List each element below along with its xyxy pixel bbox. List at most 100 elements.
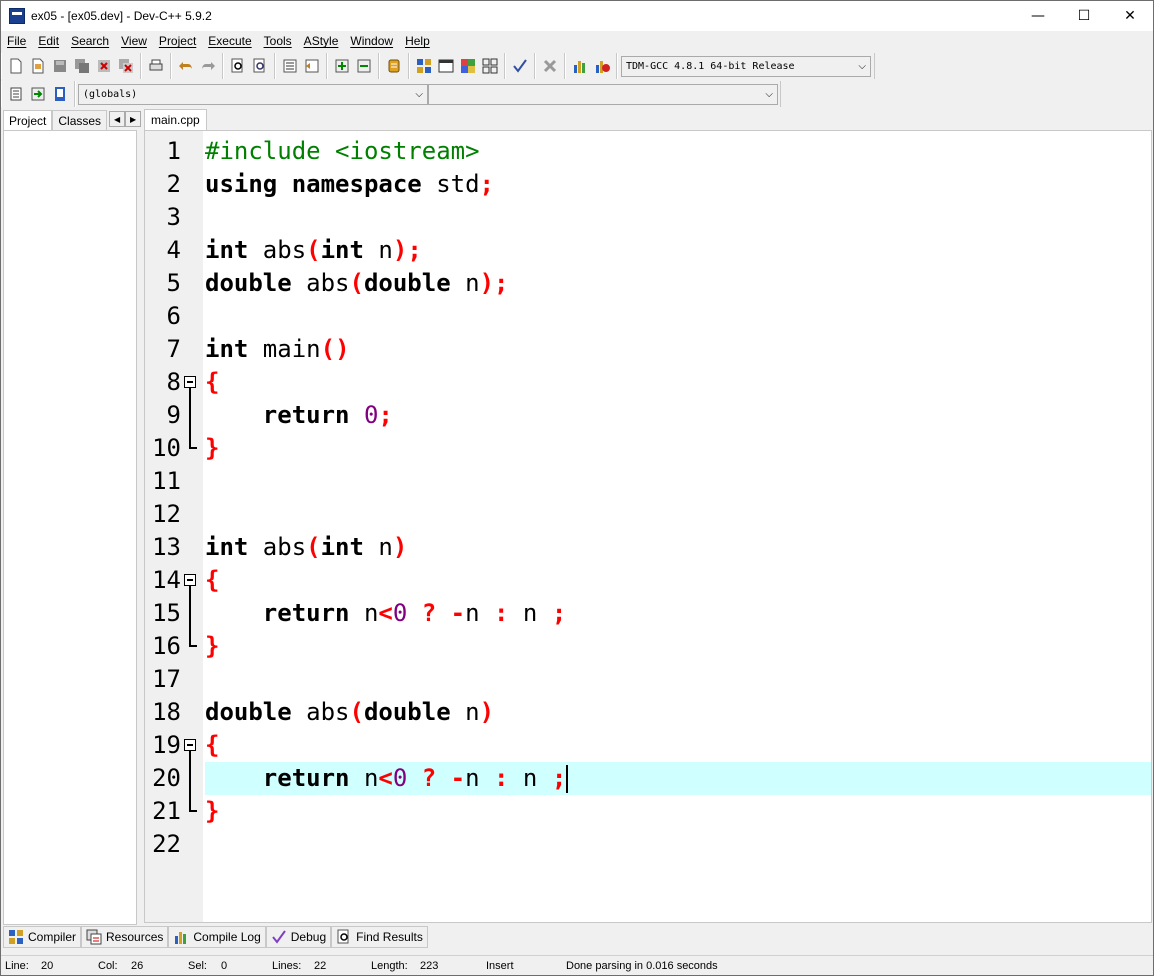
- find-icon[interactable]: [227, 55, 249, 77]
- tab-resources[interactable]: Resources: [81, 926, 169, 948]
- menu-project[interactable]: Project: [153, 34, 202, 48]
- remove-from-project-icon[interactable]: [353, 55, 375, 77]
- tab-debug[interactable]: Debug: [265, 926, 332, 948]
- tab-find-results-label: Find Results: [356, 930, 423, 944]
- code-line[interactable]: 16}: [145, 630, 1151, 663]
- code-line[interactable]: 3: [145, 201, 1151, 234]
- compiler-select[interactable]: TDM-GCC 4.8.1 64-bit Release ⌵: [621, 55, 871, 77]
- code-editor[interactable]: 1 #include <iostream> 2 using namespace std…: [144, 130, 1152, 923]
- code-line[interactable]: 2 using namespace std;: [145, 168, 1151, 201]
- close-button[interactable]: ✕: [1107, 1, 1153, 31]
- fold-guide: [189, 762, 191, 795]
- line-number: 4: [166, 236, 181, 264]
- fold-collapse-icon[interactable]: [184, 376, 196, 388]
- code-line[interactable]: 7 int main(): [145, 333, 1151, 366]
- menu-window[interactable]: Window: [344, 34, 399, 48]
- indent-icon[interactable]: [279, 55, 301, 77]
- code-line[interactable]: 13 int abs(int n): [145, 531, 1151, 564]
- scroll-left-icon[interactable]: ◀: [109, 111, 126, 127]
- status-col-label: Col:: [98, 960, 118, 972]
- tab-compile-log[interactable]: Compile Log: [168, 926, 266, 948]
- fold-collapse-icon[interactable]: [184, 739, 196, 751]
- code-line[interactable]: 20 return n<0 ? -n : n ;: [145, 762, 1151, 795]
- code-text: int main(): [205, 335, 350, 363]
- profile-chart-icon[interactable]: [569, 55, 591, 77]
- code-line[interactable]: 21}: [145, 795, 1151, 828]
- run-icon[interactable]: [435, 55, 457, 77]
- code-line[interactable]: 11: [145, 465, 1151, 498]
- minimize-button[interactable]: —: [1015, 1, 1061, 31]
- code-line[interactable]: 9 return 0;: [145, 399, 1151, 432]
- add-to-project-icon[interactable]: [331, 55, 353, 77]
- scroll-right-icon[interactable]: ▶: [125, 111, 142, 127]
- code-line[interactable]: 10}: [145, 432, 1151, 465]
- code-line[interactable]: 4 int abs(int n);: [145, 234, 1151, 267]
- code-line[interactable]: 18 double abs(double n): [145, 696, 1151, 729]
- scope-select[interactable]: (globals) ⌵: [78, 83, 428, 105]
- goto-declaration-icon[interactable]: [27, 83, 49, 105]
- save-icon[interactable]: [49, 55, 71, 77]
- line-number: 2: [166, 170, 181, 198]
- goto-definition-icon[interactable]: [49, 83, 71, 105]
- code-text: {: [205, 731, 220, 759]
- syntax-check-icon[interactable]: [509, 55, 531, 77]
- code-line[interactable]: 6: [145, 300, 1151, 333]
- menu-search[interactable]: Search: [65, 34, 115, 48]
- tab-compiler[interactable]: Compiler: [3, 926, 82, 948]
- code-line[interactable]: 17: [145, 663, 1151, 696]
- close-all-icon[interactable]: [115, 55, 137, 77]
- insert-code-icon[interactable]: [5, 83, 27, 105]
- tab-find-results[interactable]: Find Results: [331, 926, 428, 948]
- tab-classes[interactable]: Classes: [52, 110, 108, 130]
- status-lines-value: 22: [314, 960, 327, 972]
- code-line[interactable]: 5 double abs(double n);: [145, 267, 1151, 300]
- stop-execution-icon[interactable]: [539, 55, 561, 77]
- line-number: 6: [166, 302, 181, 330]
- undo-icon[interactable]: [175, 55, 197, 77]
- menu-execute[interactable]: Execute: [202, 34, 257, 48]
- compile-toolbar: [409, 53, 505, 79]
- file-tab-main-cpp[interactable]: main.cpp: [144, 109, 207, 130]
- search-toolbar: [223, 53, 275, 79]
- redo-icon[interactable]: [197, 55, 219, 77]
- tab-compile-log-label: Compile Log: [193, 930, 261, 944]
- line-number: 8: [166, 368, 181, 396]
- unindent-icon[interactable]: [301, 55, 323, 77]
- line-number: 22: [152, 830, 181, 858]
- status-line-label: Line:: [5, 960, 29, 972]
- code-line[interactable]: 8{: [145, 366, 1151, 399]
- save-all-icon[interactable]: [71, 55, 93, 77]
- print-icon[interactable]: [145, 55, 167, 77]
- menu-help[interactable]: Help: [399, 34, 436, 48]
- project-toolbar: [327, 53, 379, 79]
- delete-profile-icon[interactable]: [591, 55, 613, 77]
- tab-project[interactable]: Project: [3, 110, 53, 130]
- code-text: using namespace std;: [205, 170, 494, 198]
- code-line[interactable]: 19 {: [145, 729, 1151, 762]
- close-file-icon[interactable]: [93, 55, 115, 77]
- status-sel-value: 0: [221, 960, 228, 972]
- rebuild-all-icon[interactable]: [479, 55, 501, 77]
- compile-run-icon[interactable]: [457, 55, 479, 77]
- new-file-icon[interactable]: [5, 55, 27, 77]
- code-line[interactable]: 15 return n<0 ? -n : n ;: [145, 597, 1151, 630]
- open-file-icon[interactable]: [27, 55, 49, 77]
- menu-tools[interactable]: Tools: [258, 34, 298, 48]
- menu-edit[interactable]: Edit: [32, 34, 65, 48]
- member-select[interactable]: ⌵: [428, 83, 778, 105]
- code-line[interactable]: 12: [145, 498, 1151, 531]
- status-line-value: 20: [41, 960, 54, 972]
- fold-collapse-icon[interactable]: [184, 574, 196, 586]
- code-line[interactable]: 22: [145, 828, 1151, 861]
- menu-view[interactable]: View: [115, 34, 153, 48]
- code-line[interactable]: 14 {: [145, 564, 1151, 597]
- compile-icon[interactable]: [413, 55, 435, 77]
- code-line[interactable]: 1 #include <iostream>: [145, 135, 1151, 168]
- maximize-button[interactable]: ☐: [1061, 1, 1107, 31]
- menu-file[interactable]: File: [1, 34, 32, 48]
- scope-group: (globals) ⌵ ⌵: [75, 81, 781, 107]
- menu-astyle[interactable]: AStyle: [298, 34, 345, 48]
- project-browser-panel[interactable]: [3, 130, 137, 925]
- project-options-icon[interactable]: [383, 55, 405, 77]
- replace-icon[interactable]: [249, 55, 271, 77]
